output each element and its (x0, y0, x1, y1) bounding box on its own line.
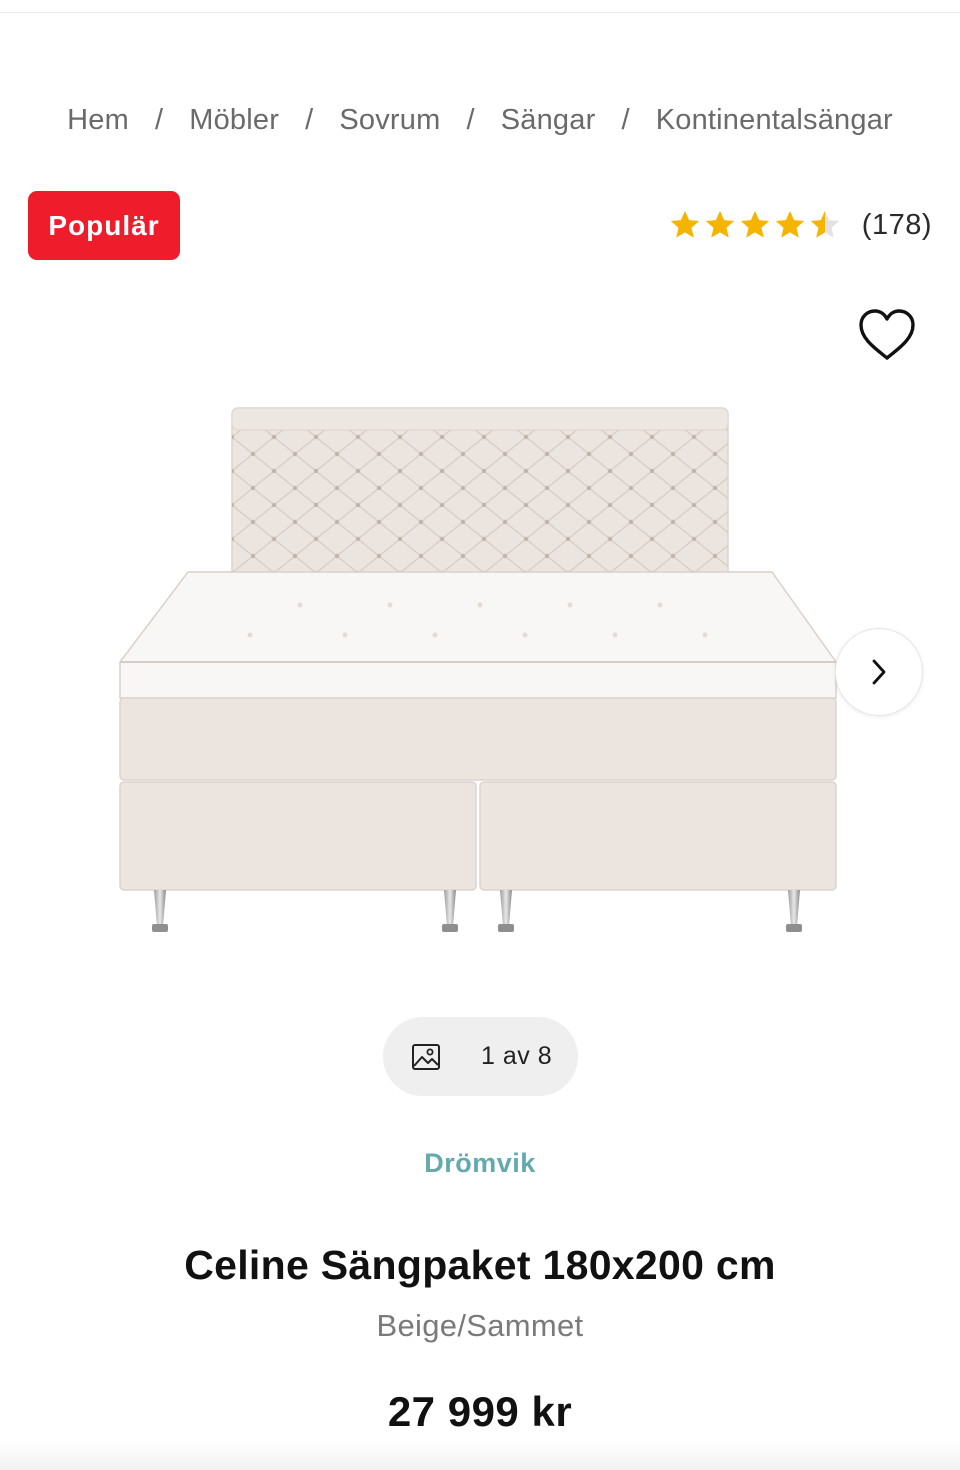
product-title: Celine Sängpaket 180x200 cm (184, 1242, 776, 1288)
product-gallery[interactable] (0, 380, 960, 980)
star-icon (775, 210, 804, 238)
brand-name[interactable]: Drömvik (0, 1148, 960, 1179)
rating-stars (667, 208, 842, 242)
product-image (119, 407, 837, 932)
wishlist-button[interactable] (856, 306, 918, 364)
star-half-icon (810, 210, 839, 238)
breadcrumb-separator: / (154, 104, 164, 136)
product-variant: Beige/Sammet (376, 1308, 584, 1343)
bottom-edge-shadow (0, 1440, 960, 1470)
breadcrumb-sangar[interactable]: Sängar (501, 104, 596, 137)
star-icon (740, 210, 769, 238)
breadcrumb-sovrum[interactable]: Sovrum (339, 104, 440, 137)
breadcrumb-separator: / (621, 104, 630, 136)
breadcrumb-mobler[interactable]: Möbler (189, 104, 279, 137)
image-counter[interactable]: 1 av 8 (383, 1017, 578, 1096)
product-rating[interactable]: (178) (667, 203, 932, 247)
star-icon (705, 210, 734, 238)
image-counter-text: 1 av 8 (481, 1042, 553, 1070)
breadcrumb-separator: / (305, 104, 314, 136)
breadcrumb-home[interactable]: Hem (67, 104, 129, 137)
product-price: 27 999 kr (387, 1388, 573, 1435)
top-divider (0, 12, 960, 13)
breadcrumb-kontinentalsangar[interactable]: Kontinentalsängar (656, 104, 893, 137)
star-icon (670, 210, 699, 238)
image-icon (412, 1043, 440, 1070)
heart-icon (859, 309, 915, 360)
next-image-button[interactable] (835, 628, 923, 716)
popular-badge: Populär (28, 191, 180, 260)
rating-count[interactable]: (178) (862, 209, 932, 242)
chevron-right-icon (872, 659, 886, 685)
breadcrumb: Hem / Möbler / Sovrum / Sängar / Kontine… (0, 104, 960, 137)
breadcrumb-separator: / (466, 104, 475, 136)
